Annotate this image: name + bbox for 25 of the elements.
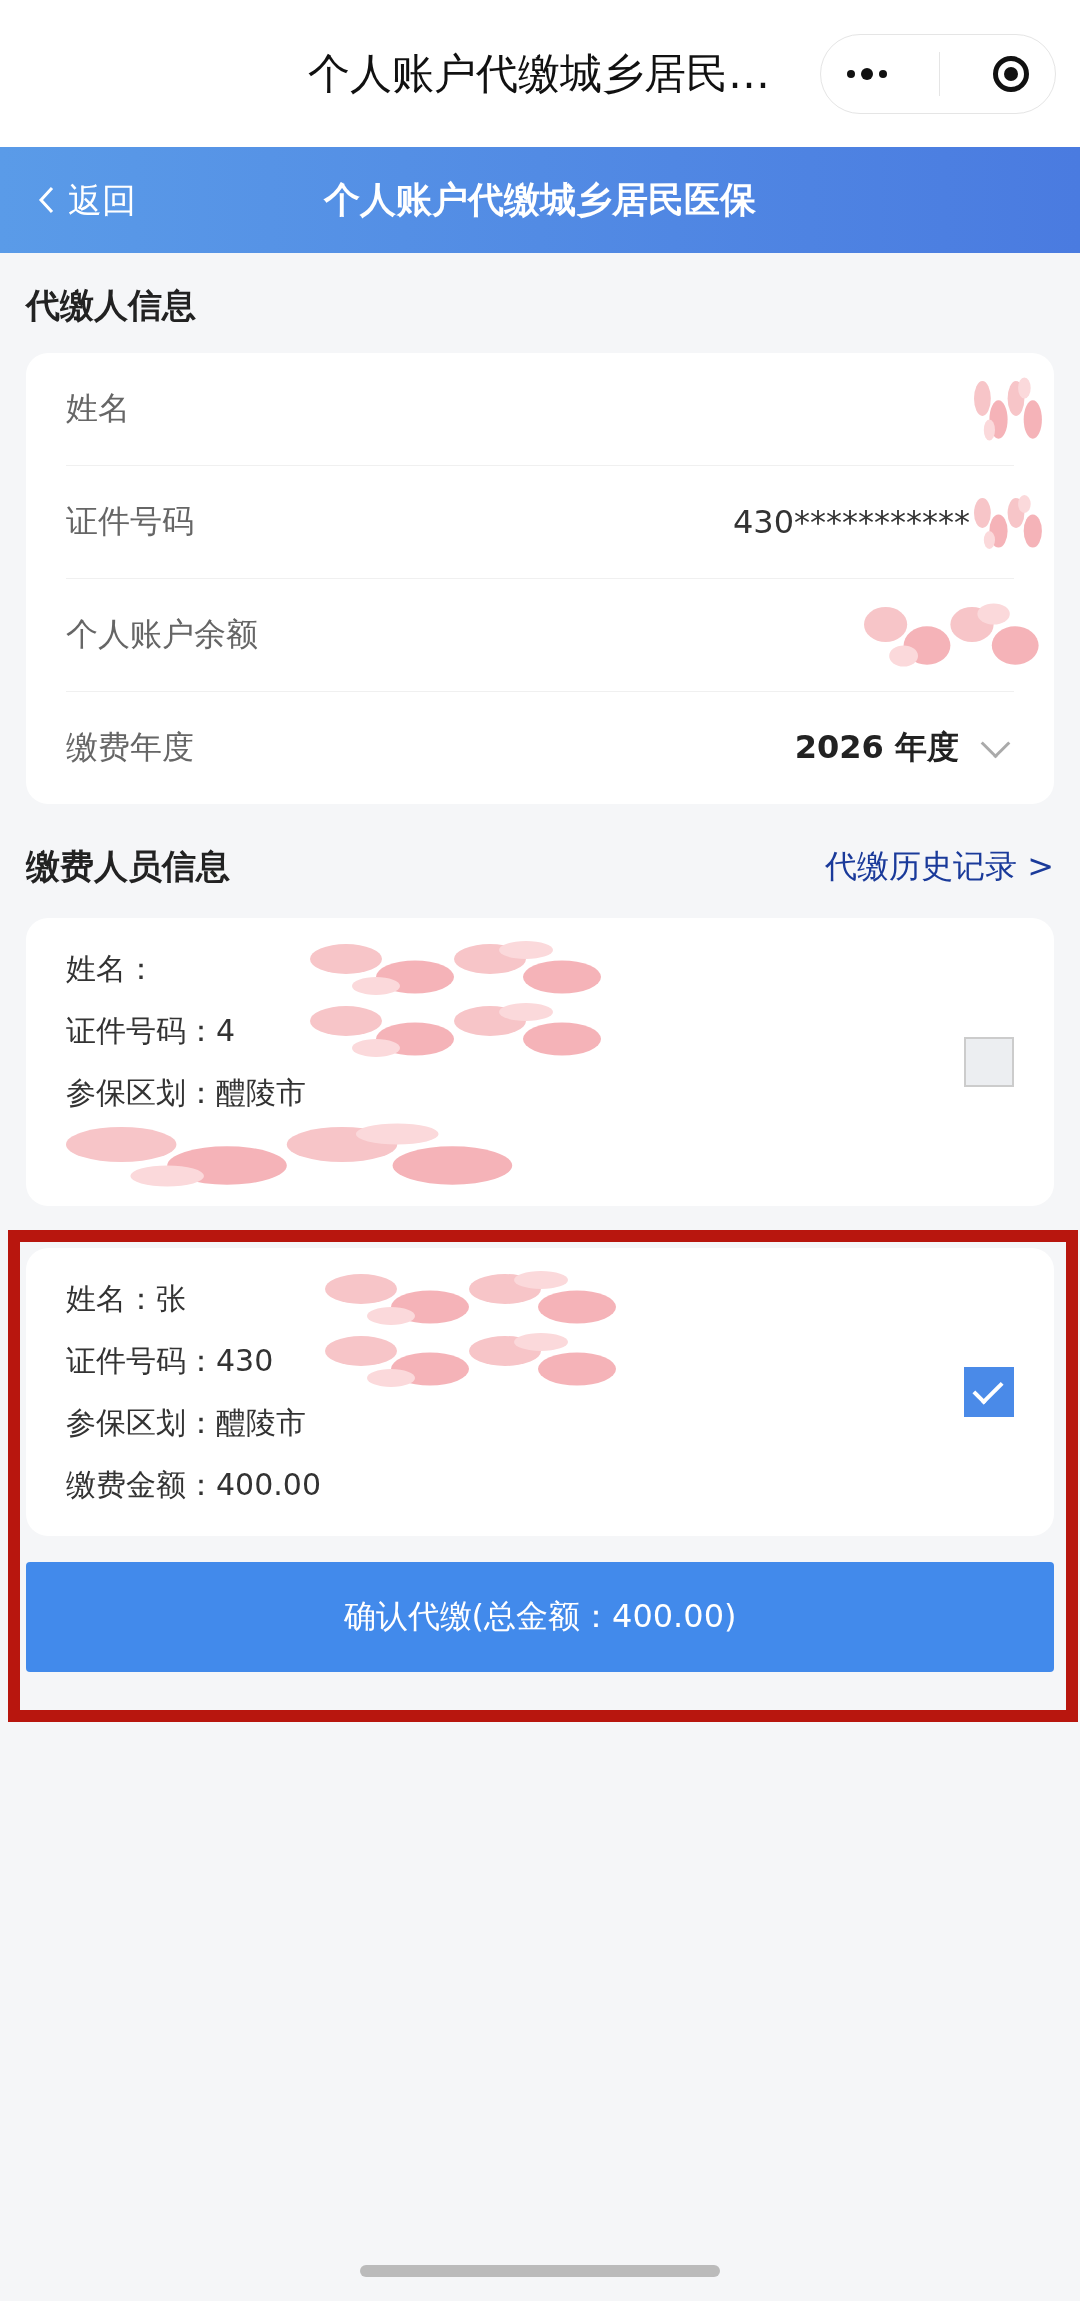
person-detail: 缴费金额：400.00	[66, 1465, 321, 1504]
field-value: 430***********	[732, 503, 970, 541]
field-label: 个人账户余额	[66, 614, 258, 655]
checkbox[interactable]	[964, 1037, 1014, 1087]
page-title: 个人账户代缴城乡居民…	[308, 47, 770, 100]
nav-title: 个人账户代缴城乡居民医保	[324, 177, 756, 222]
person-card[interactable]: 姓名： 证件号码：4 参保区划：醴陵市	[26, 918, 1054, 1206]
field-label: 缴费年度	[66, 727, 194, 768]
field-label: 姓名	[66, 388, 130, 429]
person-detail: 证件号码：4	[66, 1011, 236, 1050]
chevron-left-icon	[38, 186, 54, 214]
section-title: 代缴人信息	[24, 284, 197, 327]
section-title: 缴费人员信息	[26, 845, 230, 888]
person-detail: 参保区划：醴陵市	[66, 1073, 306, 1112]
history-link[interactable]: 代缴历史记录 >	[825, 845, 1054, 889]
person-detail: 证件号码：430	[66, 1341, 274, 1380]
more-icon[interactable]	[847, 67, 888, 80]
field-label: 证件号码	[66, 501, 194, 542]
person-detail: 姓名：	[66, 949, 156, 988]
checkbox[interactable]	[964, 1367, 1014, 1417]
year-select[interactable]: 2026 年度	[794, 726, 959, 770]
close-icon[interactable]	[992, 55, 1029, 92]
person-detail: 参保区划：醴陵市	[66, 1403, 306, 1442]
person-detail: 姓名：张	[66, 1279, 186, 1318]
person-card[interactable]: 姓名：张 证件号码：430 参保区划：醴陵市 缴费金额：400.00	[26, 1248, 1054, 1536]
